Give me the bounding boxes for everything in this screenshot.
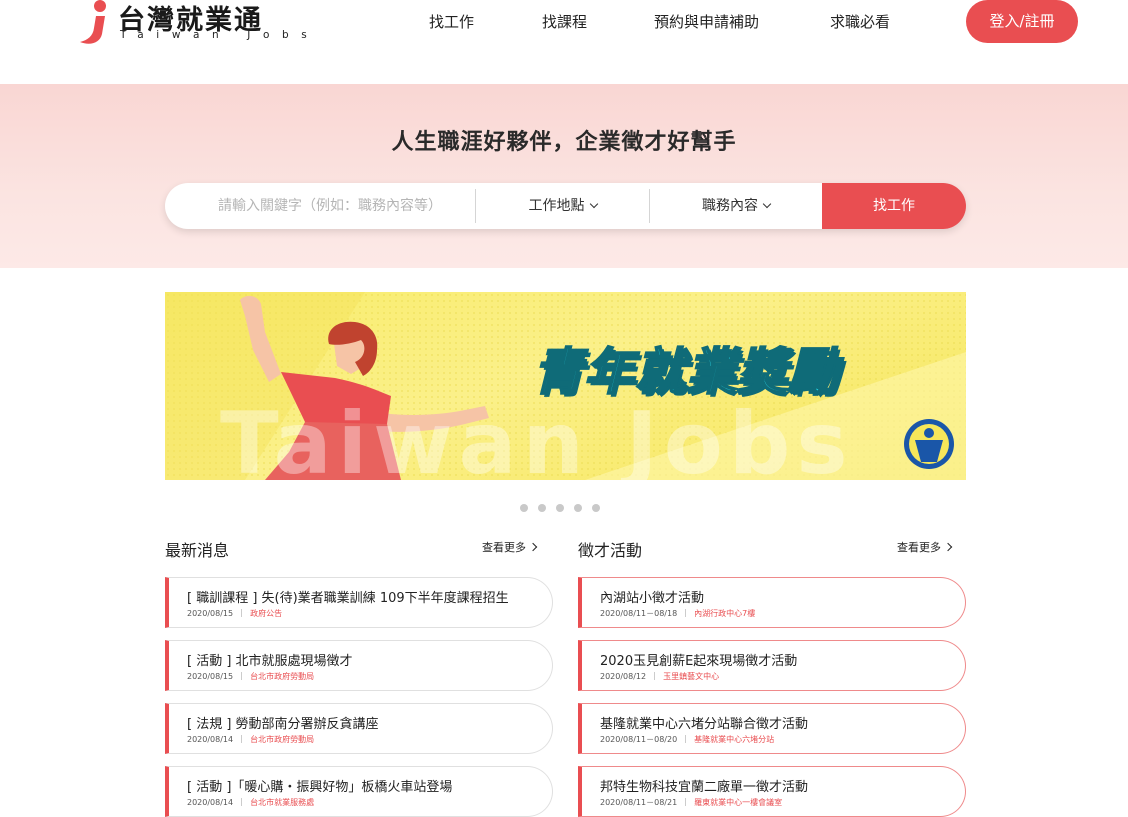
carousel-dot-5[interactable] — [592, 504, 600, 512]
news-section-title: 最新消息 — [165, 541, 230, 560]
event-item-date: 2020/08/12 — [600, 672, 647, 681]
news-item-title: [ 法規 ] 勞動部南分署辦反貪講座 — [187, 717, 379, 732]
news-item-title: [ 活動 ]「暖心購・振興好物」板橋火車站登場 — [187, 780, 453, 795]
news-item-title: [ 活動 ] 北市就服處現場徵才 — [187, 654, 353, 669]
search-input[interactable] — [165, 183, 475, 229]
find-job-button[interactable]: 找工作 — [822, 183, 966, 229]
news-item-meta: 2020/08/15 政府公告 — [187, 608, 282, 619]
news-item-source: 台北市就業服務處 — [250, 798, 315, 807]
category-dropdown[interactable]: 職務內容 — [650, 183, 822, 229]
event-item-location: 羅東就業中心一樓會議室 — [694, 798, 783, 807]
event-item-meta: 2020/08/11－08/18 內湖行政中心7樓 — [600, 608, 755, 619]
carousel-dot-1[interactable] — [520, 504, 528, 512]
event-item[interactable]: 邦特生物科技宜蘭二廠單一徵才活動 2020/08/11－08/21 羅東就業中心一… — [578, 766, 966, 817]
promo-banner[interactable]: Taiwan Jobs 青年就業獎勵 — [165, 292, 966, 480]
event-item-title: 基隆就業中心六堵分站聯合徵才活動 — [600, 717, 809, 732]
news-item[interactable]: [ 活動 ]「暖心購・振興好物」板橋火車站登場 2020/08/14 台北市就業服… — [165, 766, 553, 817]
banner-title: 青年就業獎勵 — [532, 342, 839, 402]
nav-booking-subsidy[interactable]: 預約與申請補助 — [654, 11, 759, 32]
site-logo[interactable]: 台灣就業通 Taiwan Jobs — [78, 0, 308, 48]
chevron-right-icon — [943, 542, 953, 552]
login-register-button[interactable]: 登入/註冊 — [966, 0, 1078, 43]
news-more-link[interactable]: 查看更多 — [482, 539, 538, 555]
nav-find-course[interactable]: 找課程 — [542, 11, 587, 32]
search-bar: 工作地點 職務內容 找工作 — [165, 183, 966, 229]
event-item-title: 邦特生物科技宜蘭二廠單一徵才活動 — [600, 780, 809, 795]
hero-title: 人生職涯好夥伴，企業徵才好幫手 — [391, 130, 737, 155]
event-item-title: 2020玉見創薪E起來現場徵才活動 — [600, 654, 798, 669]
chevron-down-icon — [762, 199, 772, 209]
news-item-date: 2020/08/14 — [187, 735, 234, 744]
location-dropdown-label: 工作地點 — [528, 198, 585, 214]
news-item[interactable]: [ 職訓課程 ] 失(待)業者職業訓練 109下半年度課程招生 2020/08/… — [165, 577, 553, 628]
news-item-meta: 2020/08/14 台北市政府勞動局 — [187, 734, 314, 745]
event-item-meta: 2020/08/11－08/20 基隆就業中心六堵分站 — [600, 734, 774, 745]
event-item-date: 2020/08/11－08/20 — [600, 735, 678, 744]
news-item-source: 政府公告 — [250, 609, 283, 618]
category-dropdown-label: 職務內容 — [702, 198, 758, 214]
events-section-title: 徵才活動 — [578, 541, 643, 560]
news-more-label: 查看更多 — [482, 541, 526, 554]
logo-subtitle: Taiwan Jobs — [120, 29, 320, 41]
event-item[interactable]: 基隆就業中心六堵分站聯合徵才活動 2020/08/11－08/20 基隆就業中心六… — [578, 703, 966, 754]
carousel-dot-3[interactable] — [556, 504, 564, 512]
event-item[interactable]: 內湖站小徵才活動 2020/08/11－08/18 內湖行政中心7樓 — [578, 577, 966, 628]
nav-find-job[interactable]: 找工作 — [429, 11, 474, 32]
news-item-title: [ 職訓課程 ] 失(待)業者職業訓練 109下半年度課程招生 — [187, 591, 509, 606]
news-item-source: 台北市政府勞動局 — [250, 735, 315, 744]
carousel-dot-2[interactable] — [538, 504, 546, 512]
chevron-down-icon — [589, 199, 598, 209]
event-item-location: 基隆就業中心六堵分站 — [694, 735, 775, 744]
event-item-date: 2020/08/11－08/18 — [600, 609, 678, 618]
news-item-date: 2020/08/15 — [187, 609, 234, 618]
event-item-meta: 2020/08/12 玉里鎮藝文中心 — [600, 671, 719, 682]
event-item-location: 玉里鎮藝文中心 — [663, 672, 720, 681]
event-item-meta: 2020/08/11－08/21 羅東就業中心一樓會議室 — [600, 797, 782, 808]
hero-section: 人生職涯好夥伴，企業徵才好幫手 工作地點 職務內容 找工作 — [0, 84, 1128, 268]
news-item[interactable]: [ 活動 ] 北市就服處現場徵才 2020/08/15 台北市政府勞動局 — [165, 640, 553, 691]
event-item-date: 2020/08/11－08/21 — [600, 798, 678, 807]
news-item-source: 台北市政府勞動局 — [250, 672, 315, 681]
news-item-meta: 2020/08/14 台北市就業服務處 — [187, 797, 314, 808]
chevron-right-icon — [528, 542, 538, 552]
event-item[interactable]: 2020玉見創薪E起來現場徵才活動 2020/08/12 玉里鎮藝文中心 — [578, 640, 966, 691]
site-header: 台灣就業通 Taiwan Jobs 找工作 找課程 預約與申請補助 求職必看 登… — [0, 0, 1128, 84]
banner-watermark: Taiwan Jobs — [220, 394, 854, 480]
events-more-link[interactable]: 查看更多 — [897, 539, 953, 555]
news-item-date: 2020/08/14 — [187, 798, 234, 807]
news-item-meta: 2020/08/15 台北市政府勞動局 — [187, 671, 314, 682]
nav-job-tips[interactable]: 求職必看 — [830, 11, 890, 32]
location-dropdown[interactable]: 工作地點 — [476, 183, 649, 229]
events-more-label: 查看更多 — [897, 541, 941, 554]
event-item-location: 內湖行政中心7樓 — [694, 609, 756, 618]
news-item-date: 2020/08/15 — [187, 672, 234, 681]
news-item[interactable]: [ 法規 ] 勞動部南分署辦反貪講座 2020/08/14 台北市政府勞動局 — [165, 703, 553, 754]
carousel-dot-4[interactable] — [574, 504, 582, 512]
event-item-title: 內湖站小徵才活動 — [600, 591, 705, 606]
logo-mark-icon — [80, 0, 106, 44]
